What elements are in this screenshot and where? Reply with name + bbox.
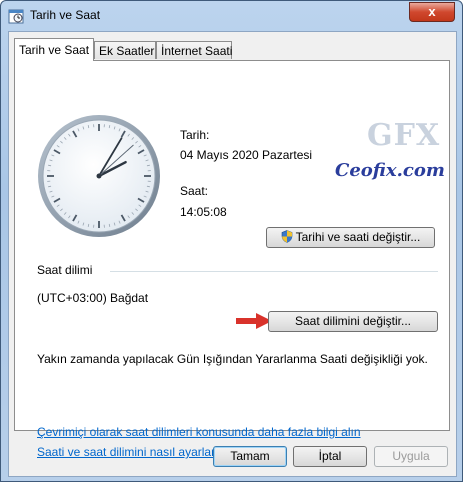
tab-additional-clocks[interactable]: Ek Saatler bbox=[94, 41, 156, 59]
close-button[interactable]: x bbox=[409, 2, 455, 22]
cancel-button[interactable]: İptal bbox=[293, 446, 367, 467]
date-value: 04 Mayıs 2020 Pazartesi bbox=[180, 148, 313, 162]
uac-shield-icon bbox=[281, 230, 292, 243]
apply-button[interactable]: Uygula bbox=[374, 446, 448, 467]
how-to-set-link[interactable]: Saati ve saat dilimini nasıl ayarlarım? bbox=[37, 445, 235, 459]
client-area: Tarih ve Saat Ek Saatler İnternet Saati bbox=[8, 31, 457, 477]
timezone-value: (UTC+03:00) Bağdat bbox=[37, 291, 149, 305]
clock-calendar-icon bbox=[8, 9, 24, 24]
dialog-window: Tarih ve Saat x Tarih ve Saat Ek Saatler… bbox=[0, 0, 463, 482]
dst-message: Yakın zamanda yapılacak Gün Işığından Ya… bbox=[37, 352, 428, 366]
tab-internet-time[interactable]: İnternet Saati bbox=[156, 41, 232, 59]
ok-button[interactable]: Tamam bbox=[213, 446, 287, 467]
timezone-heading: Saat dilimi bbox=[37, 263, 93, 277]
date-label: Tarih: bbox=[180, 128, 210, 142]
watermark-site: Ceofix.com bbox=[335, 160, 445, 181]
time-label: Saat: bbox=[180, 184, 209, 198]
change-date-time-label: Tarihi ve saati değiştir... bbox=[295, 230, 421, 244]
watermark-gfx: GFX bbox=[367, 118, 441, 153]
tab-date-time[interactable]: Tarih ve Saat bbox=[14, 38, 94, 61]
change-date-time-button[interactable]: Tarihi ve saati değiştir... bbox=[266, 227, 435, 248]
timezone-separator bbox=[110, 271, 438, 272]
title-bar[interactable]: Tarih ve Saat x bbox=[1, 1, 462, 31]
tab-panel: Tarih: 04 Mayıs 2020 Pazartesi Saat: 14:… bbox=[14, 60, 450, 459]
red-arrow-annotation bbox=[236, 313, 272, 329]
window-title: Tarih ve Saat bbox=[30, 8, 101, 22]
change-timezone-button[interactable]: Saat dilimini değiştir... bbox=[268, 311, 438, 332]
timezone-info-link[interactable]: Çevrimiçi olarak saat dilimleri konusund… bbox=[37, 425, 361, 439]
analog-clock bbox=[38, 115, 160, 237]
time-value: 14:05:08 bbox=[180, 205, 227, 219]
ceofix-watermark: GFX Ceofix.com bbox=[335, 118, 445, 188]
